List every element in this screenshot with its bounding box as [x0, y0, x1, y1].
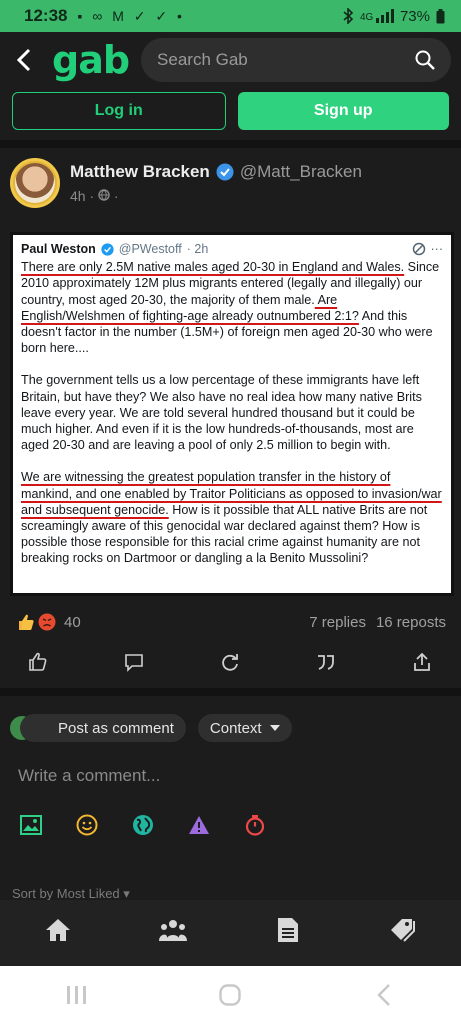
- tweet-header: Paul Weston @PWestoff · 2h ···: [21, 241, 443, 257]
- avatar-image: [15, 163, 55, 203]
- angry-emoji-icon: [38, 613, 56, 631]
- back-nav-button[interactable]: [364, 975, 404, 1015]
- warning-icon: [189, 816, 209, 834]
- post-time[interactable]: 4h: [70, 188, 86, 204]
- globe-icon: [98, 189, 110, 201]
- app-header: gab: [0, 32, 461, 88]
- meta-separator: ·: [113, 188, 119, 204]
- composer-tools: [20, 814, 266, 836]
- home-icon: [45, 919, 70, 941]
- back-button[interactable]: [10, 40, 38, 80]
- reaction-count: 40: [64, 613, 81, 631]
- bottom-nav: [0, 900, 461, 966]
- divider: [0, 140, 461, 148]
- groups-icon: [158, 920, 187, 941]
- no-sign-icon: [412, 242, 425, 256]
- auth-row: Log in Sign up: [12, 92, 449, 130]
- bluetooth-icon: [343, 8, 354, 24]
- caret-down-icon: [269, 725, 280, 731]
- underlined-text: There are only 2.5M native males aged 20…: [21, 260, 405, 275]
- comment-icon: [125, 654, 143, 672]
- location-button[interactable]: [132, 814, 154, 836]
- warning-button[interactable]: [188, 814, 210, 836]
- post-meta: 4h · ·: [70, 188, 362, 204]
- status-right: 4G 73%: [342, 8, 445, 25]
- avatar[interactable]: [10, 158, 60, 208]
- repost-button[interactable]: [212, 648, 248, 676]
- share-button[interactable]: [404, 648, 440, 676]
- image-icon: [20, 815, 42, 835]
- post-header: Matthew Bracken @Matt_Bracken 4h · ·: [10, 158, 451, 218]
- timer-button[interactable]: [244, 814, 266, 836]
- tweet-author: Paul Weston: [21, 242, 96, 256]
- nav-groups[interactable]: [153, 910, 193, 950]
- comment-input[interactable]: [18, 766, 438, 786]
- reposts-count[interactable]: 16 reposts: [376, 614, 446, 631]
- signal-icon: 4G: [360, 9, 394, 23]
- composer-options: Post as comment Context: [10, 714, 292, 742]
- globe-icon: [133, 815, 153, 835]
- emoji-button[interactable]: [76, 814, 98, 836]
- replies-count[interactable]: 7 replies: [309, 614, 366, 631]
- status-time: 12:38: [24, 6, 68, 25]
- notification-icons: ▪ ∞ M ✓ ✓ •: [77, 7, 185, 24]
- tags-icon: [391, 919, 416, 942]
- search-input[interactable]: [157, 50, 415, 70]
- emoji-icon: [76, 814, 98, 836]
- context-label: Context: [209, 719, 262, 737]
- image-button[interactable]: [20, 814, 42, 836]
- quote-button[interactable]: [308, 648, 344, 676]
- android-nav-bar: [0, 966, 461, 1024]
- chevron-left-icon: [16, 48, 31, 72]
- share-icon: [414, 652, 430, 671]
- tweet-time: · 2h: [186, 242, 209, 256]
- signup-button[interactable]: Sign up: [237, 92, 449, 130]
- battery-icon: [436, 8, 445, 23]
- tweet-paragraph-2: The government tells us a low percentage…: [21, 373, 422, 453]
- chevron-left-icon: [377, 984, 390, 1006]
- login-button[interactable]: Log in: [12, 92, 226, 130]
- recents-button[interactable]: [57, 975, 97, 1015]
- nav-home[interactable]: [38, 910, 78, 950]
- tweet-handle: @PWestoff: [118, 242, 182, 256]
- post-as-comment-pill[interactable]: Post as comment: [20, 714, 186, 742]
- reactions[interactable]: 40: [16, 612, 81, 632]
- more-icon: ···: [430, 242, 444, 256]
- battery-percent: 73%: [399, 7, 430, 25]
- divider: [0, 688, 461, 696]
- quote-icon: [318, 655, 334, 670]
- verified-icon: [101, 242, 114, 256]
- nav-tags[interactable]: [383, 910, 423, 950]
- context-dropdown[interactable]: Context: [197, 714, 292, 742]
- status-bar: 12:38 ▪ ∞ M ✓ ✓ • 4G 73%: [0, 0, 461, 32]
- comment-composer: Post as comment Context Sort by Most Lik…: [0, 702, 461, 924]
- comment-button[interactable]: [116, 648, 152, 676]
- verified-icon: [216, 163, 234, 181]
- author-block: Matthew Bracken @Matt_Bracken 4h · ·: [70, 158, 362, 218]
- search-icon[interactable]: [415, 50, 435, 70]
- timer-icon: [245, 815, 265, 836]
- counts: 7 replies 16 reposts: [309, 614, 446, 631]
- recents-icon: [66, 986, 86, 1004]
- embedded-tweet-image[interactable]: Paul Weston @PWestoff · 2h ··· There are…: [10, 232, 454, 596]
- home-button[interactable]: [210, 975, 250, 1015]
- search-bar[interactable]: [141, 38, 451, 82]
- nav-news[interactable]: [268, 910, 308, 950]
- author-name[interactable]: Matthew Bracken: [70, 162, 210, 182]
- post-stats: 40 7 replies 16 reposts: [16, 612, 446, 632]
- tweet-paragraph-3: We are witnessing the greatest populatio…: [21, 469, 443, 566]
- author-line: Matthew Bracken @Matt_Bracken: [70, 162, 362, 182]
- gab-logo[interactable]: gab: [52, 38, 130, 82]
- meta-separator: ·: [89, 188, 99, 204]
- tweet-paragraph-1: There are only 2.5M native males aged 20…: [21, 259, 443, 356]
- thumbs-up-icon: [29, 652, 47, 671]
- thumbs-up-emoji-icon: [19, 614, 34, 630]
- repost-icon: [222, 654, 238, 671]
- post-actions: [20, 648, 440, 676]
- svg-text:4G: 4G: [360, 12, 374, 23]
- like-button[interactable]: [20, 648, 56, 676]
- news-icon: [278, 918, 299, 942]
- author-handle[interactable]: @Matt_Bracken: [240, 162, 362, 182]
- home-circle-icon: [219, 984, 242, 1006]
